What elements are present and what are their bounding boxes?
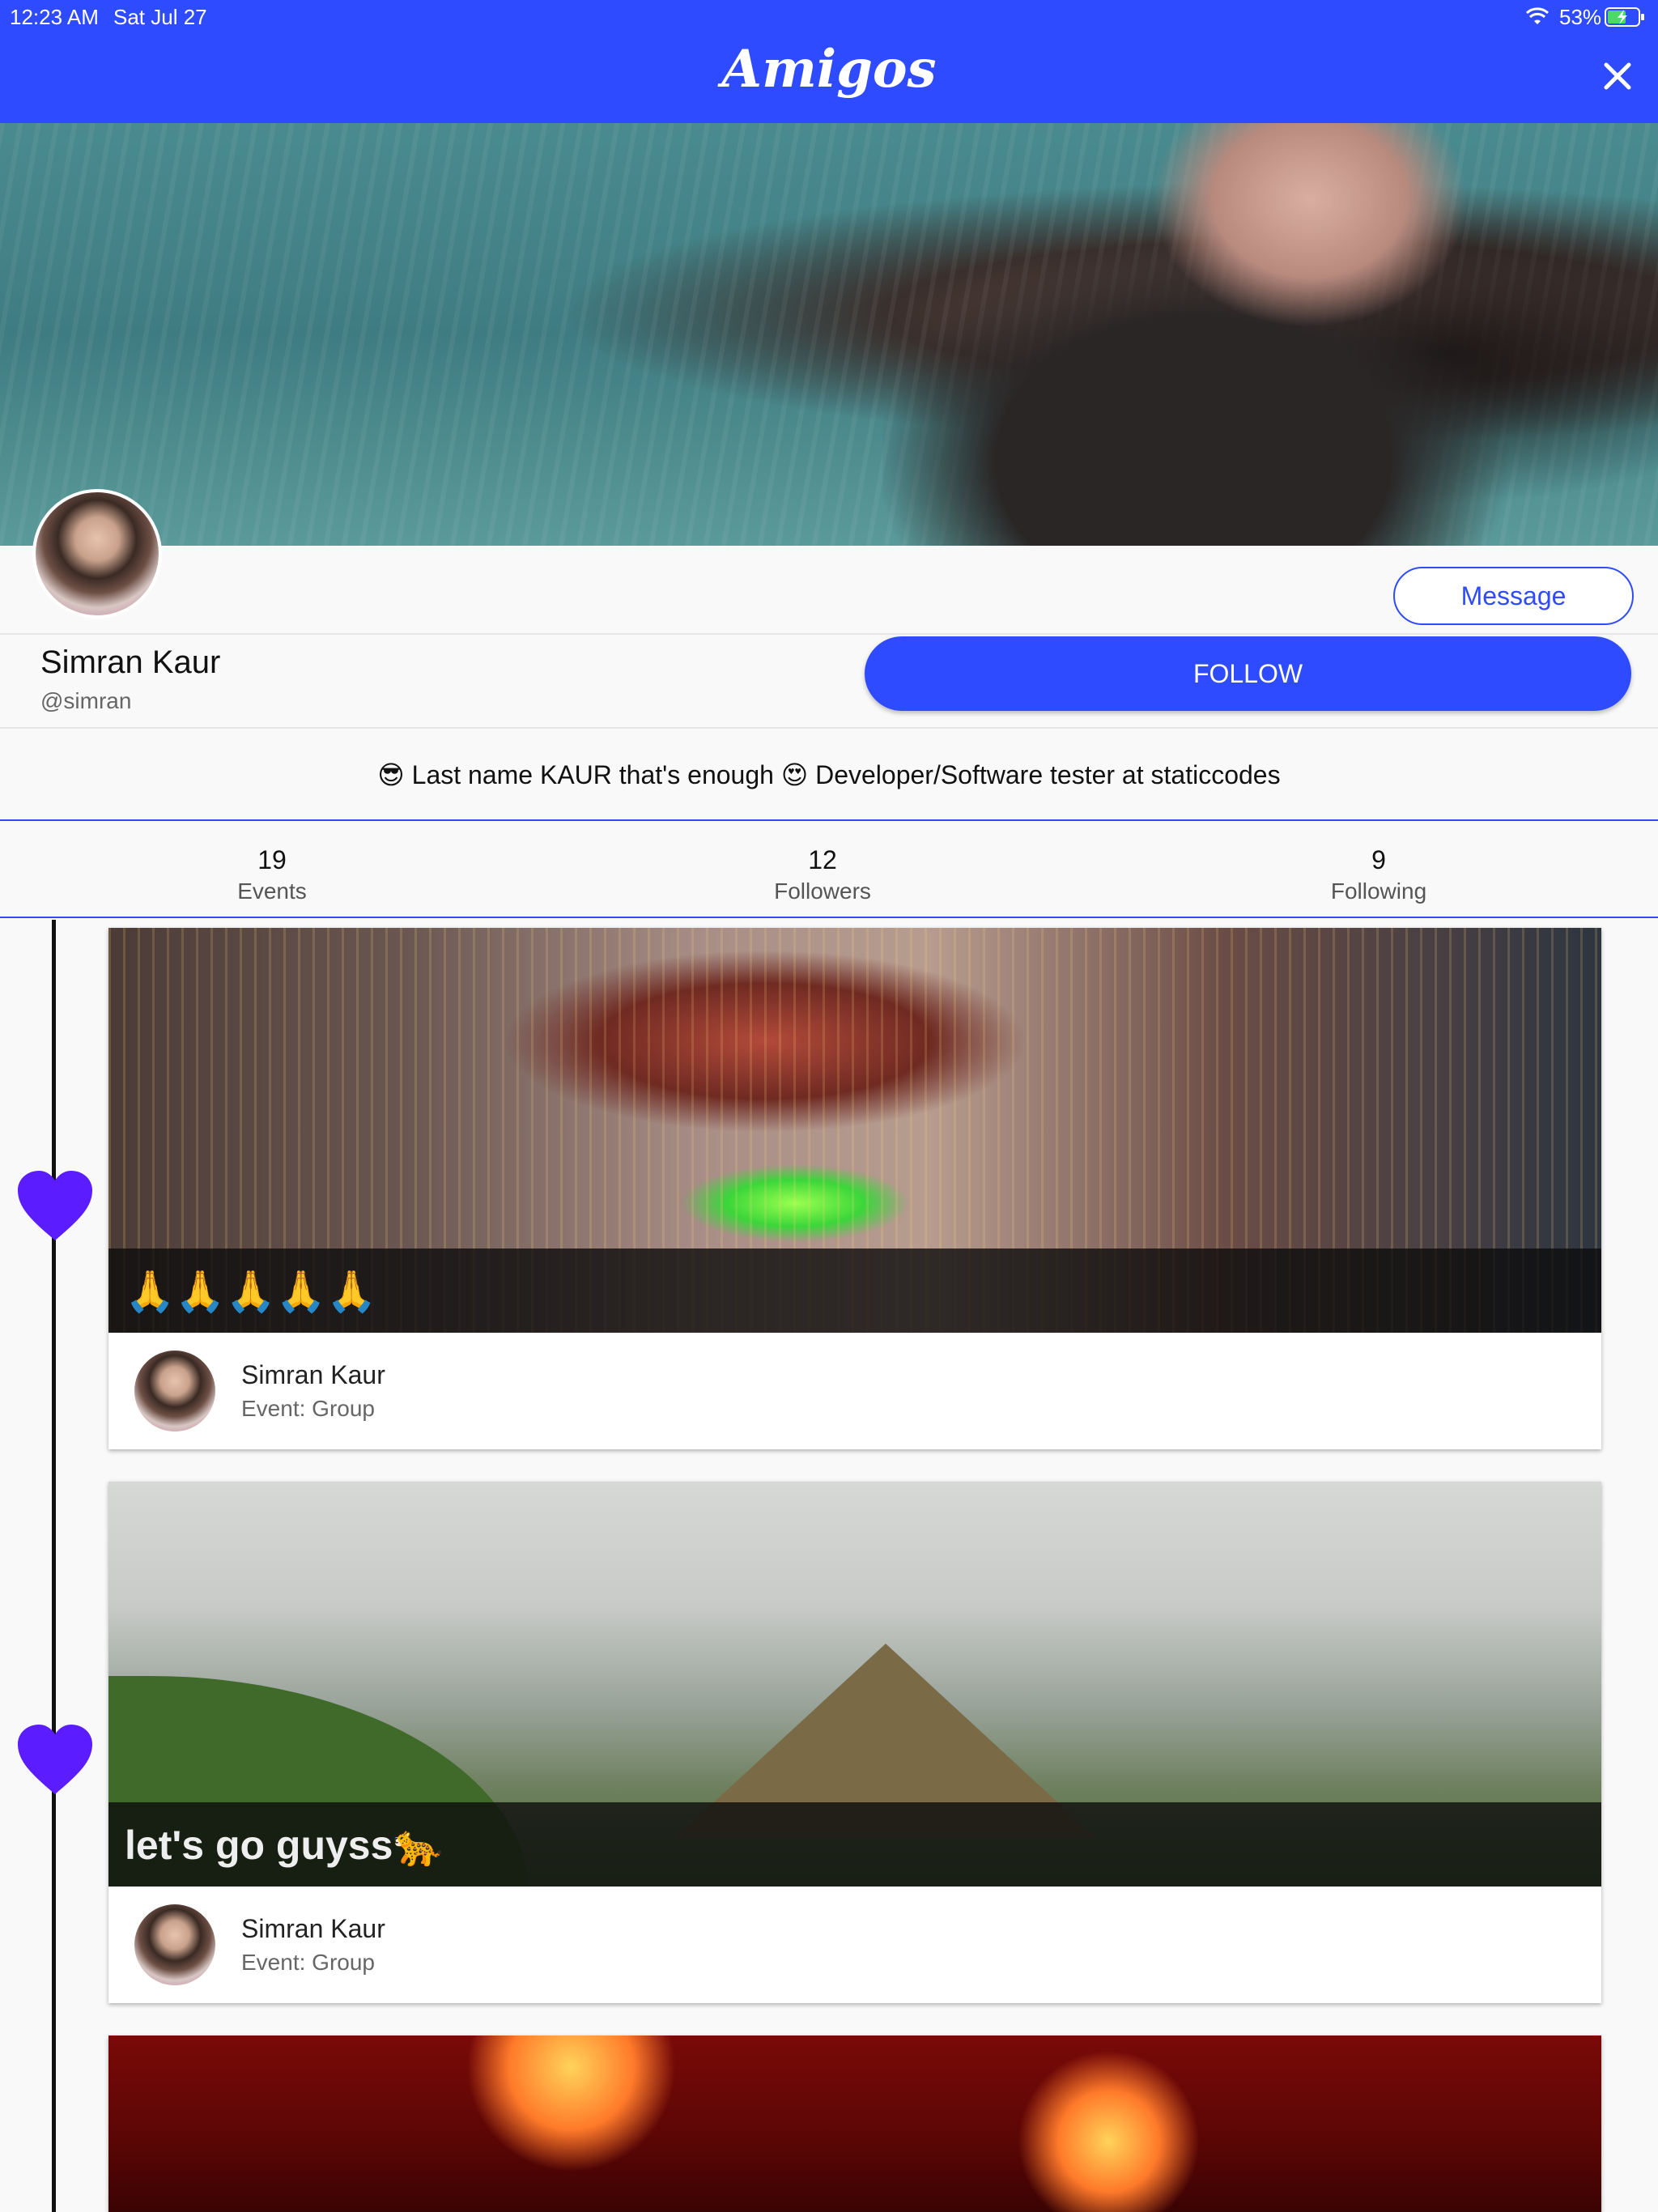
event-caption: let's go guyss🐆 [125,1823,444,1868]
event-image [108,2035,1601,2212]
message-button[interactable]: Message [1393,567,1634,625]
event-card[interactable] [108,2035,1601,2212]
close-icon[interactable] [1595,53,1640,99]
profile-name: Simran Kaur [40,644,221,680]
event-author-avatar [134,1351,215,1431]
event-author: Simran Kaur [241,1360,385,1389]
event-caption-bar: let's go guyss🐆 [108,1802,1601,1887]
event-type: Event: Group [241,1396,375,1421]
heart-icon [18,1171,92,1240]
divider [0,727,1658,729]
battery-icon [1605,7,1644,27]
stat-followers-count: 12 [808,845,837,874]
stat-followers-label: Followers [774,878,871,904]
stat-events-count: 19 [257,845,287,874]
stat-following[interactable]: 9 Following [1217,845,1541,904]
timeline-line [52,920,56,2212]
divider [0,917,1658,918]
stat-following-count: 9 [1371,845,1386,874]
follow-button[interactable]: FOLLOW [865,636,1631,711]
cover-photo [0,123,1658,546]
event-caption-bar: 🙏🙏🙏🙏🙏 [108,1249,1601,1333]
profile-avatar [32,489,162,619]
divider [0,633,1658,635]
status-time: 12:23 AM [10,5,99,29]
event-card[interactable]: let's go guyss🐆 Simran Kaur Event: Group [108,1482,1601,2003]
stat-following-label: Following [1330,878,1427,904]
event-card[interactable]: 🙏🙏🙏🙏🙏 Simran Kaur Event: Group [108,928,1601,1449]
status-date: Sat Jul 27 [113,5,207,29]
stat-followers[interactable]: 12 Followers [661,845,984,904]
stat-events[interactable]: 19 Events [110,845,434,904]
divider [0,819,1658,821]
wifi-icon [1525,7,1550,24]
stat-events-label: Events [237,878,307,904]
profile-bio: 😎 Last name KAUR that's enough 😍 Develop… [377,760,1281,789]
app-header: 12:23 AM Sat Jul 27 53% Amigos [0,0,1658,123]
event-type: Event: Group [241,1950,375,1975]
event-meta: Simran Kaur Event: Group [108,1887,1601,2003]
heart-icon [18,1725,92,1794]
profile-handle: @simran [40,688,132,713]
app-logo-title: Amigos [721,39,937,100]
event-caption: 🙏🙏🙏🙏🙏 [125,1269,377,1314]
event-author-avatar [134,1904,215,1985]
event-meta: Simran Kaur Event: Group [108,1333,1601,1449]
event-author: Simran Kaur [241,1914,385,1943]
battery-percent: 53% [1559,5,1602,29]
